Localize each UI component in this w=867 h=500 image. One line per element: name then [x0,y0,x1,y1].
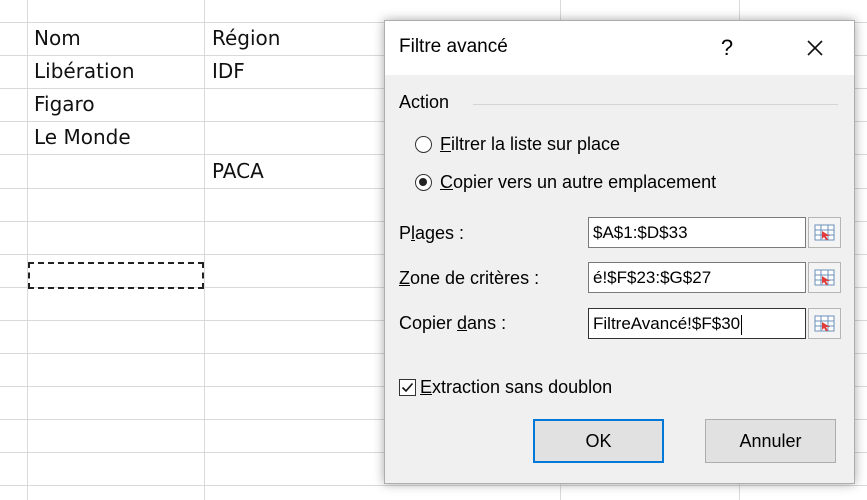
dialog-title: Filtre avancé [399,36,508,57]
criteria-range-label: Zone de critères : [399,268,540,288]
plages-input[interactable]: $A$1:$D$33 [588,217,806,248]
plages-range-picker-button[interactable] [808,217,841,248]
help-button[interactable]: ? [707,31,747,65]
radio-button-selected[interactable] [415,173,432,191]
cell-b2[interactable]: IDF [212,55,245,88]
row-divider [0,485,867,486]
unique-records-checkbox-row[interactable]: Extraction sans doublon [399,374,612,400]
action-group-label: Action [399,92,450,112]
dialog-titlebar[interactable]: Filtre avancé ? [385,21,854,75]
copy-to-value: FiltreAvancé!$F$30 [593,314,741,333]
close-button[interactable] [795,31,835,65]
advanced-filter-dialog: Filtre avancé ? Action Filtrer la liste … [384,20,855,484]
group-divider [473,104,838,105]
cell-b1[interactable]: Région [212,22,280,55]
plages-label: Plages : [399,223,465,243]
ok-button[interactable]: OK [533,419,664,463]
range-picker-icon [814,269,835,286]
close-icon [807,40,823,56]
radio-filter-in-place-label: Filtrer la liste sur place [440,133,621,154]
help-icon: ? [720,35,734,60]
cell-b5[interactable]: PACA [212,155,264,188]
cell-a3[interactable]: Figaro [34,88,95,121]
column-divider [204,0,205,500]
radio-copy-elsewhere[interactable]: Copier vers un autre emplacement [415,169,716,195]
cell-a4[interactable]: Le Monde [34,121,131,154]
cancel-button[interactable]: Annuler [705,419,836,463]
radio-copy-elsewhere-label: Copier vers un autre emplacement [440,171,717,192]
checkmark-icon [401,382,414,392]
cell-a2[interactable]: Libération [34,55,135,88]
cell-a1[interactable]: Nom [34,22,81,55]
column-divider [27,0,28,500]
copy-to-range-picker-button[interactable] [808,308,841,339]
copy-to-input[interactable]: FiltreAvancé!$F$30 [588,308,806,339]
range-picker-icon [814,315,835,332]
text-cursor [741,314,743,335]
copy-selection-marquee [28,262,204,289]
criteria-range-picker-button[interactable] [808,262,841,293]
unique-records-checkbox[interactable] [399,378,416,396]
radio-button-unselected[interactable] [415,135,432,153]
copy-to-label: Copier dans : [399,313,507,333]
range-picker-icon [814,224,835,241]
criteria-range-input[interactable]: é!$F$23:$G$27 [588,262,806,293]
radio-filter-in-place[interactable]: Filtrer la liste sur place [415,131,620,157]
unique-records-label: Extraction sans doublon [420,376,613,397]
